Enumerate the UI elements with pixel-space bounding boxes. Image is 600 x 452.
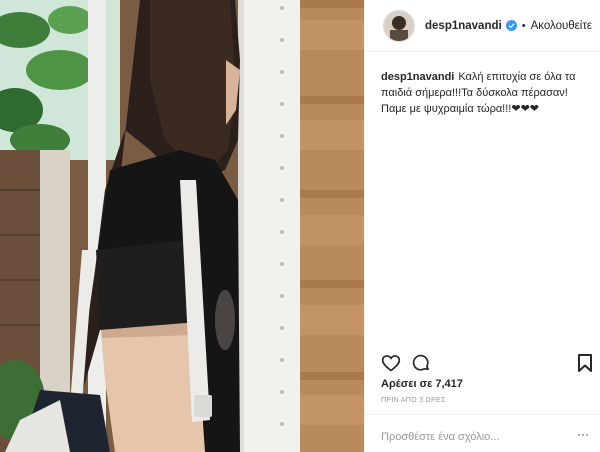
- like-button[interactable]: [381, 353, 401, 378]
- instagram-post: desp1navandi • Ακολουθείτε desp1navandi Κ…: [0, 0, 600, 452]
- comment-input[interactable]: [381, 431, 581, 443]
- header-separator-dot: •: [521, 19, 526, 32]
- post-photo-image: [0, 0, 364, 452]
- comment-button[interactable]: [411, 353, 431, 378]
- bookmark-icon: [578, 354, 592, 372]
- verified-badge-icon: [505, 20, 517, 31]
- following-button[interactable]: Ακολουθείτε: [531, 20, 592, 32]
- comment-icon: [412, 354, 429, 371]
- save-button[interactable]: [577, 353, 593, 378]
- more-options-icon[interactable]: ···: [577, 427, 589, 441]
- post-header: desp1navandi • Ακολουθείτε: [365, 0, 600, 52]
- avatar[interactable]: [383, 9, 415, 42]
- username-link[interactable]: desp1navandi: [425, 20, 502, 32]
- likes-count[interactable]: Αρέσει σε 7,417: [381, 378, 463, 390]
- comment-form: ···: [365, 414, 600, 452]
- caption-username-link[interactable]: desp1navandi: [381, 71, 454, 83]
- avatar-image: [384, 10, 414, 41]
- post-caption: desp1navandi Καλή επιτυχία σε όλα τα παιδ…: [365, 52, 600, 117]
- post-photo[interactable]: [0, 0, 364, 452]
- post-timestamp[interactable]: ΠΡΙΝ ΑΠΟ 3 ΩΡΕΣ: [381, 397, 446, 404]
- action-bar: [381, 353, 593, 375]
- post-sidebar: desp1navandi • Ακολουθείτε desp1navandi Κ…: [364, 0, 600, 452]
- heart-icon: [381, 355, 401, 372]
